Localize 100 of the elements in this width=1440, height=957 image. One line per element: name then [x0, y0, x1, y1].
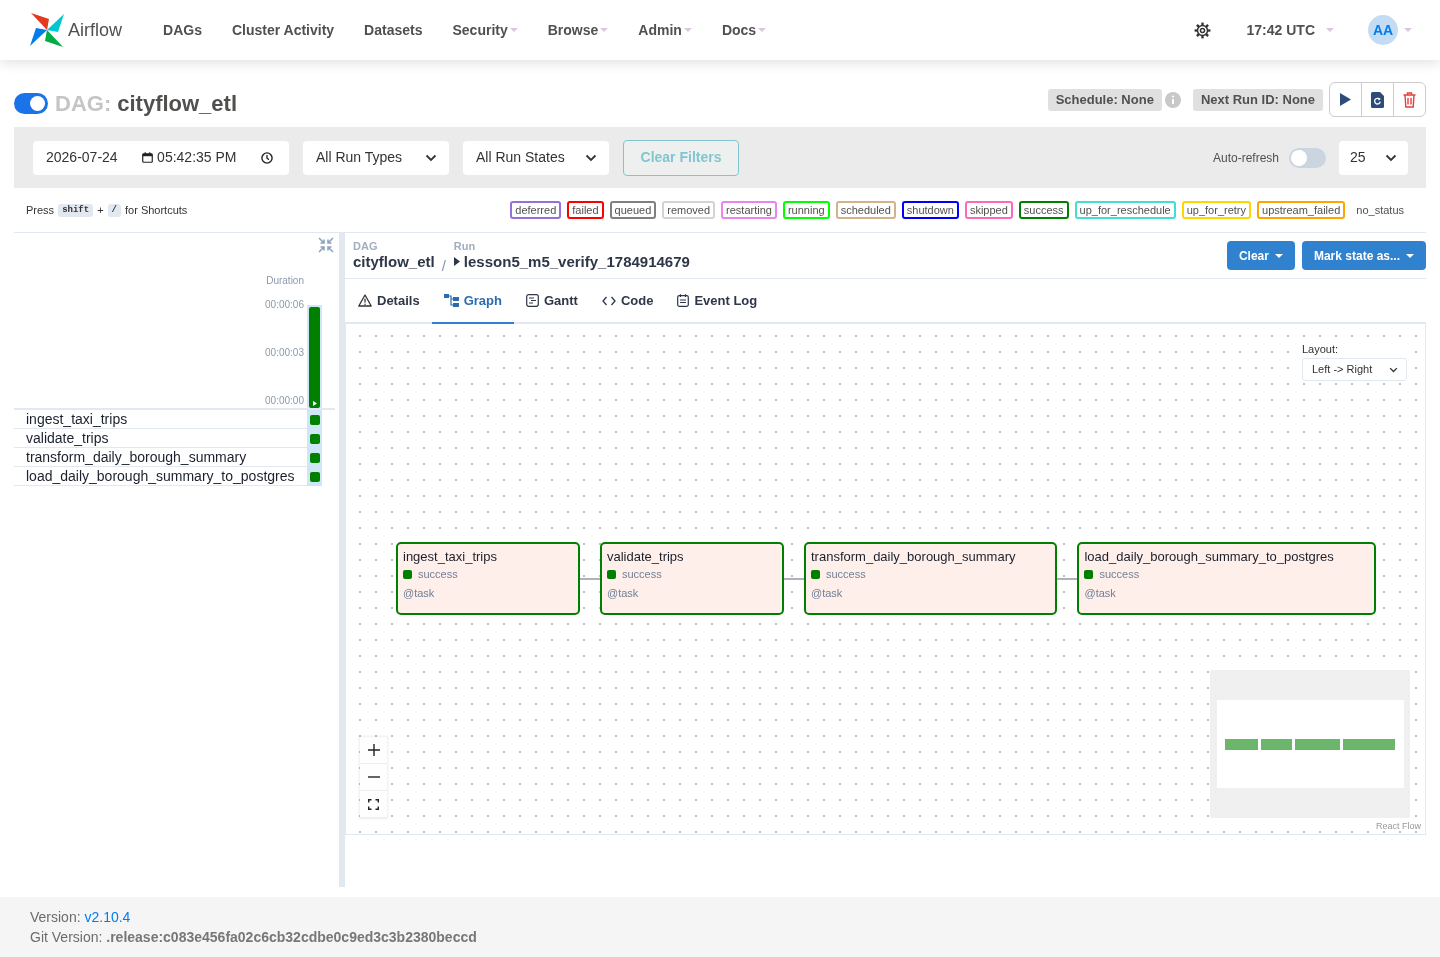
trash-icon [1403, 91, 1416, 108]
task-node-name: load_daily_borough_summary_to_postgres [1084, 548, 1334, 565]
connector-line [580, 577, 600, 580]
shortcut-text: for Shortcuts [125, 202, 188, 218]
status-square-icon[interactable] [309, 471, 320, 482]
state-tag[interactable]: shutdown [901, 201, 959, 219]
dropdown-button[interactable]: Clear [1226, 241, 1295, 270]
dag-title-label: DAG: [55, 90, 112, 118]
task-node[interactable]: transform_daily_borough_summary success @task [804, 542, 1058, 615]
task-name[interactable]: ingest_taxi_trips [14, 410, 307, 429]
fit-view-icon [368, 798, 379, 810]
run-state-select[interactable]: All Run States [463, 140, 609, 175]
nav-link[interactable]: DAGs [148, 0, 217, 60]
connector-line [1057, 577, 1078, 580]
status-square-icon[interactable] [309, 433, 320, 444]
settings-icon[interactable] [1192, 20, 1212, 40]
breadcrumb-link[interactable]: lesson5_m5_verify_1784914679 [453, 252, 690, 271]
state-tag[interactable]: success [1018, 201, 1069, 219]
nav-link[interactable]: Security [437, 0, 533, 60]
status-square-icon[interactable] [309, 414, 320, 425]
page-size-select[interactable]: 25 [1339, 140, 1408, 175]
resize-handle[interactable] [339, 233, 345, 887]
state-tag[interactable]: removed [662, 201, 716, 219]
nav-link[interactable]: Datasets [349, 0, 438, 60]
plus-icon [367, 744, 380, 756]
state-tag[interactable]: restarting [721, 201, 777, 219]
task-name[interactable]: validate_trips [14, 429, 307, 448]
play-button[interactable] [1329, 82, 1362, 117]
nav-link[interactable]: Cluster Activity [216, 0, 350, 60]
layout-label: Layout: [1302, 342, 1339, 356]
run-type-select[interactable]: All Run Types [303, 140, 449, 175]
tab[interactable]: Gantt [513, 279, 590, 324]
file-refresh-icon [1371, 91, 1384, 108]
state-tag[interactable]: failed [567, 201, 604, 219]
duration-tick: 00:00:06 [265, 298, 304, 312]
version-link[interactable]: v2.10.4 [84, 909, 131, 925]
caret-icon [1326, 28, 1334, 32]
schedule-badge: Schedule: None [1047, 88, 1162, 111]
caret-icon [758, 28, 767, 32]
operator-text: @task [1084, 586, 1116, 601]
duration-tick: 00:00:03 [265, 346, 304, 360]
task-name[interactable]: load_daily_borough_summary_to_postgres [14, 467, 307, 486]
task-name[interactable]: transform_daily_borough_summary [14, 448, 307, 467]
datetime-field[interactable]: 2026-07-24 05:42:35 PM [33, 140, 289, 175]
caret-icon [683, 28, 692, 32]
tab[interactable]: Code [589, 279, 666, 324]
version-label: Version: [30, 909, 81, 925]
state-tag[interactable]: scheduled [835, 201, 896, 219]
nav-link[interactable]: Admin [623, 0, 707, 60]
notepad-icon [677, 294, 690, 307]
hierarchy-icon [443, 294, 459, 307]
zoom-in-button[interactable] [360, 737, 387, 764]
calendar-icon [142, 152, 154, 163]
task-node-name: ingest_taxi_trips [403, 548, 497, 565]
refresh-file-button[interactable] [1361, 82, 1394, 117]
state-tag[interactable]: no_status [1351, 201, 1409, 219]
state-tag[interactable]: running [782, 201, 830, 219]
clock-link[interactable]: 17:42 UTC [1246, 19, 1334, 41]
git-version-value: .release:c083e456fa02c6cb32cdbe0c9ed3c3b2380beccd [106, 929, 477, 945]
clock-icon [261, 151, 273, 164]
caret-icon [600, 28, 609, 32]
warning-icon [358, 294, 372, 307]
pause-toggle[interactable] [14, 93, 48, 114]
duration-label: Duration [266, 274, 304, 288]
state-tag[interactable]: queued [609, 201, 657, 219]
auto-refresh-toggle[interactable] [1289, 147, 1326, 168]
play-icon [1340, 93, 1351, 106]
chart-document-icon [525, 294, 539, 307]
layout-select[interactable]: Left -> Right [1302, 358, 1407, 381]
chevron-down-icon [1385, 153, 1397, 162]
status-square-icon[interactable] [309, 452, 320, 463]
task-node-name: validate_trips [607, 548, 684, 565]
state-tag[interactable]: skipped [964, 201, 1013, 219]
delete-button[interactable] [1393, 82, 1426, 117]
breadcrumb-link[interactable]: cityflow_etl [353, 252, 435, 271]
caret-icon [509, 28, 518, 32]
task-node[interactable]: validate_trips success @task [600, 542, 784, 615]
breadcrumb-label: DAG [353, 240, 378, 252]
keyboard-key: shift [58, 203, 94, 217]
state-tag[interactable]: deferred [510, 201, 562, 219]
fit-view-button[interactable] [360, 791, 387, 818]
task-node[interactable]: ingest_taxi_trips success @task [396, 542, 580, 615]
brand-link[interactable]: Airflow [28, 11, 122, 49]
keyboard-key: / [107, 203, 121, 217]
dropdown-button[interactable]: Mark state as... [1301, 241, 1426, 270]
nav-link[interactable]: Browse [532, 0, 624, 60]
state-tag[interactable]: upstream_failed [1257, 201, 1346, 219]
duration-tick: 00:00:00 [265, 394, 304, 408]
zoom-out-button[interactable] [360, 764, 387, 791]
tab[interactable]: Event Log [665, 279, 770, 324]
tab[interactable]: Details [345, 279, 432, 324]
git-version-label: Git Version: [30, 929, 103, 945]
state-tag[interactable]: up_for_reschedule [1074, 201, 1176, 219]
state-tag[interactable]: up_for_retry [1181, 201, 1251, 219]
task-node[interactable]: load_daily_borough_summary_to_postgres success @task [1077, 542, 1376, 615]
collapse-icon[interactable] [318, 237, 334, 253]
nav-link[interactable]: Docs [706, 0, 782, 60]
pinwheel-icon [28, 11, 66, 49]
task-state-text: success [826, 567, 866, 582]
connector-line [784, 577, 804, 580]
